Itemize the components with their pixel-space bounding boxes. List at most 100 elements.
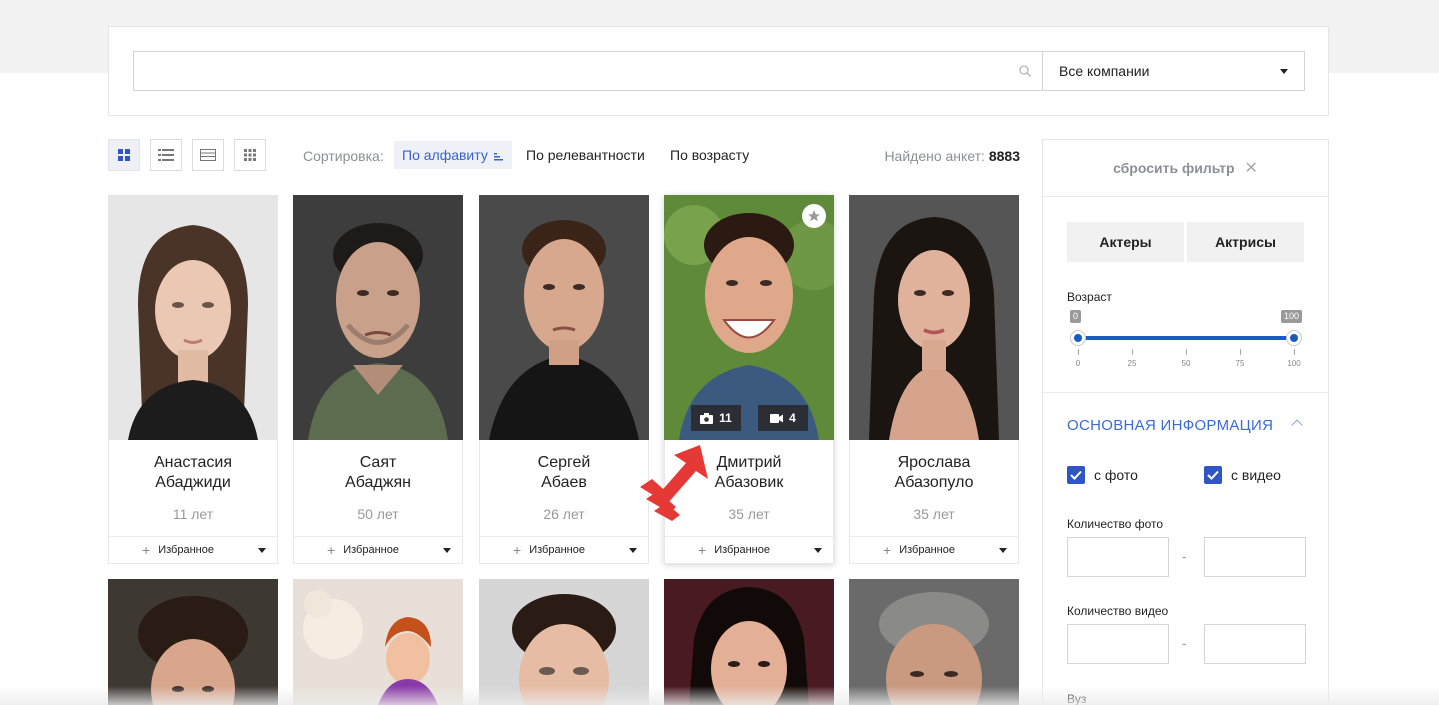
profile-photo[interactable] [293, 195, 463, 440]
profile-photo[interactable] [849, 579, 1019, 705]
profile-card[interactable]: Саят Абаджян 50 лет + Избранное [293, 195, 463, 564]
add-favorite-button[interactable]: + Избранное [294, 537, 432, 563]
sort-relevance-option[interactable]: По релевантности [526, 141, 645, 169]
age-max-handle[interactable] [1286, 330, 1302, 346]
profile-photo[interactable] [108, 195, 278, 440]
video-camera-icon [770, 413, 784, 423]
add-favorite-button[interactable]: + Избранное [480, 537, 618, 563]
video-count-label: Количество видео [1067, 604, 1169, 618]
view-list-button[interactable] [150, 139, 182, 171]
with-photo-label: с фото [1094, 467, 1138, 483]
profile-name[interactable]: Ярослава Абазопуло [850, 453, 1018, 493]
add-favorite-button[interactable]: + Избранное [850, 537, 988, 563]
chevron-down-icon [1280, 69, 1288, 74]
search-field[interactable] [133, 51, 1043, 91]
profile-photo[interactable] [664, 195, 834, 440]
profile-card[interactable]: Сергей Абаев 26 лет + Избранное [479, 195, 649, 564]
grid-large-icon [118, 149, 130, 161]
photo-count-max[interactable] [1204, 537, 1306, 577]
profile-photo[interactable] [479, 195, 649, 440]
search-icon[interactable] [1019, 65, 1031, 77]
profile-card[interactable] [849, 579, 1019, 705]
profile-card[interactable] [479, 579, 649, 705]
with-video-label: с видео [1231, 467, 1281, 483]
age-tick [1186, 349, 1187, 355]
camera-icon [700, 412, 714, 424]
video-count-badge[interactable]: 4 [758, 405, 808, 431]
search-input[interactable] [134, 52, 1043, 90]
profile-photo[interactable] [849, 195, 1019, 440]
video-count-max-input[interactable] [1205, 625, 1305, 663]
profile-name[interactable]: Саят Абаджян [294, 453, 462, 493]
photo-count-badge[interactable]: 11 [691, 405, 741, 431]
profile-photo[interactable] [108, 579, 278, 705]
profile-age: 26 лет [543, 506, 585, 522]
photo-count-max-input[interactable] [1205, 538, 1305, 576]
found-number: 8883 [988, 148, 1020, 164]
favorite-dropdown-button[interactable] [803, 537, 833, 563]
video-count-min-input[interactable] [1068, 625, 1168, 663]
favorite-star-button[interactable] [802, 204, 826, 228]
photo-count-min[interactable] [1067, 537, 1169, 577]
profile-photo[interactable] [293, 579, 463, 705]
range-dash: - [1182, 635, 1187, 651]
list-icon [158, 149, 174, 161]
first-name: Саят [359, 454, 397, 471]
filter-panel: сбросить фильтр ✕ Актеры Актрисы Возраст… [1042, 139, 1329, 705]
profile-photo[interactable] [664, 579, 834, 705]
with-photo-checkbox[interactable]: с фото [1067, 466, 1138, 484]
profile-card[interactable] [293, 579, 463, 705]
chevron-up-icon[interactable] [1291, 419, 1303, 431]
profile-card[interactable]: Анастасия Абаджиди 11 лет + Избранное [108, 195, 278, 564]
profile-name[interactable]: Сергей Абаев [480, 453, 648, 493]
sort-age-option[interactable]: По возрасту [670, 141, 749, 169]
age-label: Возраст [1067, 290, 1112, 304]
profile-card[interactable] [108, 579, 278, 705]
university-label: Вуз [1067, 692, 1087, 705]
age-tick-label: 25 [1127, 359, 1137, 368]
video-count-max[interactable] [1204, 624, 1306, 664]
last-name: Абаджиди [155, 474, 231, 491]
age-min-handle[interactable] [1070, 330, 1086, 346]
favorite-dropdown-button[interactable] [988, 537, 1018, 563]
reset-filter-button[interactable]: сбросить фильтр ✕ [1043, 140, 1328, 197]
view-table-button[interactable] [192, 139, 224, 171]
favorite-label: Избранное [529, 544, 585, 556]
profile-name[interactable]: Анастасия Абаджиди [109, 453, 277, 493]
age-tick-label: 50 [1181, 359, 1191, 368]
company-select[interactable]: Все компании [1042, 51, 1305, 91]
favorite-dropdown-button[interactable] [618, 537, 648, 563]
first-name: Сергей [537, 454, 591, 471]
video-count-min[interactable] [1067, 624, 1169, 664]
view-grid-large-button[interactable] [108, 139, 140, 171]
age-tick-label: 75 [1235, 359, 1245, 368]
last-name: Абаев [541, 474, 587, 491]
found-count: Найдено анкет: 8883 [884, 148, 1020, 164]
chevron-down-icon [814, 547, 822, 553]
add-favorite-button[interactable]: + Избранное [109, 537, 247, 563]
favorite-dropdown-button[interactable] [432, 537, 462, 563]
profile-age: 50 лет [357, 506, 399, 522]
profile-photo[interactable] [479, 579, 649, 705]
section-title[interactable]: ОСНОВНАЯ ИНФОРМАЦИЯ [1067, 417, 1273, 434]
plus-icon: + [513, 542, 522, 558]
table-icon [200, 149, 216, 161]
view-grid-small-button[interactable] [234, 139, 266, 171]
sort-alphabet-option[interactable]: По алфавиту [394, 141, 512, 169]
favorite-row: + Избранное [665, 536, 833, 563]
reset-filter-label: сбросить фильтр [1113, 160, 1235, 176]
add-favorite-button[interactable]: + Избранное [665, 537, 803, 563]
favorite-dropdown-button[interactable] [247, 537, 277, 563]
photo-count-min-input[interactable] [1068, 538, 1168, 576]
profile-age: 11 лет [172, 506, 214, 522]
age-slider-track[interactable] [1078, 336, 1294, 340]
age-tick-label: 0 [1075, 359, 1081, 368]
favorite-row: + Избранное [109, 536, 277, 563]
profile-card[interactable]: Ярослава Абазопуло 35 лет + Избранное [849, 195, 1019, 564]
age-tick [1132, 349, 1133, 355]
with-video-checkbox[interactable]: с видео [1204, 466, 1281, 484]
first-name: Ярослава [897, 454, 971, 471]
actors-button[interactable]: Актеры [1067, 222, 1184, 262]
profile-card[interactable] [664, 579, 834, 705]
actresses-button[interactable]: Актрисы [1187, 222, 1304, 262]
